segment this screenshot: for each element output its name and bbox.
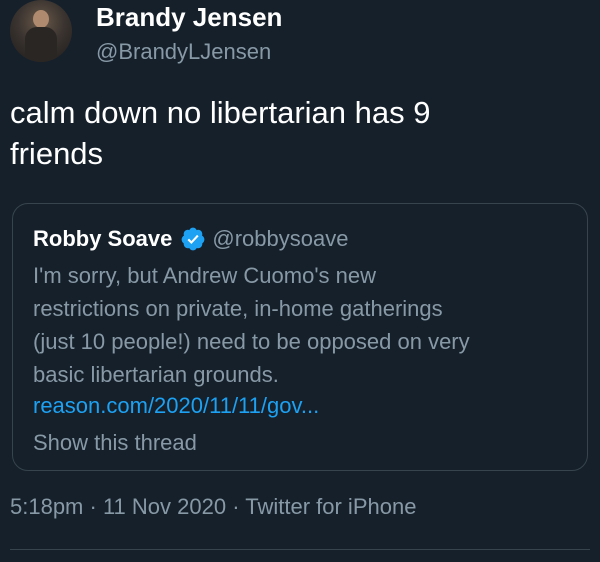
tweet-metadata: 5:18pm · 11 Nov 2020 · Twitter for iPhon… xyxy=(10,491,416,523)
avatar[interactable] xyxy=(10,0,72,62)
avatar-body xyxy=(25,27,57,62)
show-thread-link[interactable]: Show this thread xyxy=(33,428,197,458)
quoted-author-row: Robby Soave @robbysoave xyxy=(33,224,348,254)
divider xyxy=(10,549,590,550)
verified-badge-icon xyxy=(181,227,205,251)
tweet-date[interactable]: 11 Nov 2020 xyxy=(103,494,226,519)
meta-separator: · xyxy=(226,494,246,519)
author-name[interactable]: Brandy Jensen xyxy=(96,2,282,32)
quoted-tweet-card[interactable]: Robby Soave @robbysoave I'm sorry, but A… xyxy=(12,203,588,471)
author-handle[interactable]: @BrandyLJensen xyxy=(96,38,271,66)
meta-separator: · xyxy=(83,494,103,519)
quoted-text-line: (just 10 people!) need to be opposed on … xyxy=(33,329,470,354)
quoted-link[interactable]: reason.com/2020/11/11/gov... xyxy=(33,391,319,421)
quoted-author-name: Robby Soave xyxy=(33,226,173,251)
quoted-text-line: restrictions on private, in-home gatheri… xyxy=(33,296,443,321)
tweet-source[interactable]: Twitter for iPhone xyxy=(245,494,416,519)
quoted-text-line: I'm sorry, but Andrew Cuomo's new xyxy=(33,263,377,288)
quoted-text-line: basic libertarian grounds. xyxy=(33,362,279,387)
quoted-author-handle: @robbysoave xyxy=(212,226,349,251)
quoted-tweet-text: I'm sorry, but Andrew Cuomo's new restri… xyxy=(33,259,573,391)
tweet-text: calm down no libertarian has 9 friends xyxy=(10,95,431,171)
avatar-head xyxy=(33,10,49,28)
tweet-time[interactable]: 5:18pm xyxy=(10,494,83,519)
